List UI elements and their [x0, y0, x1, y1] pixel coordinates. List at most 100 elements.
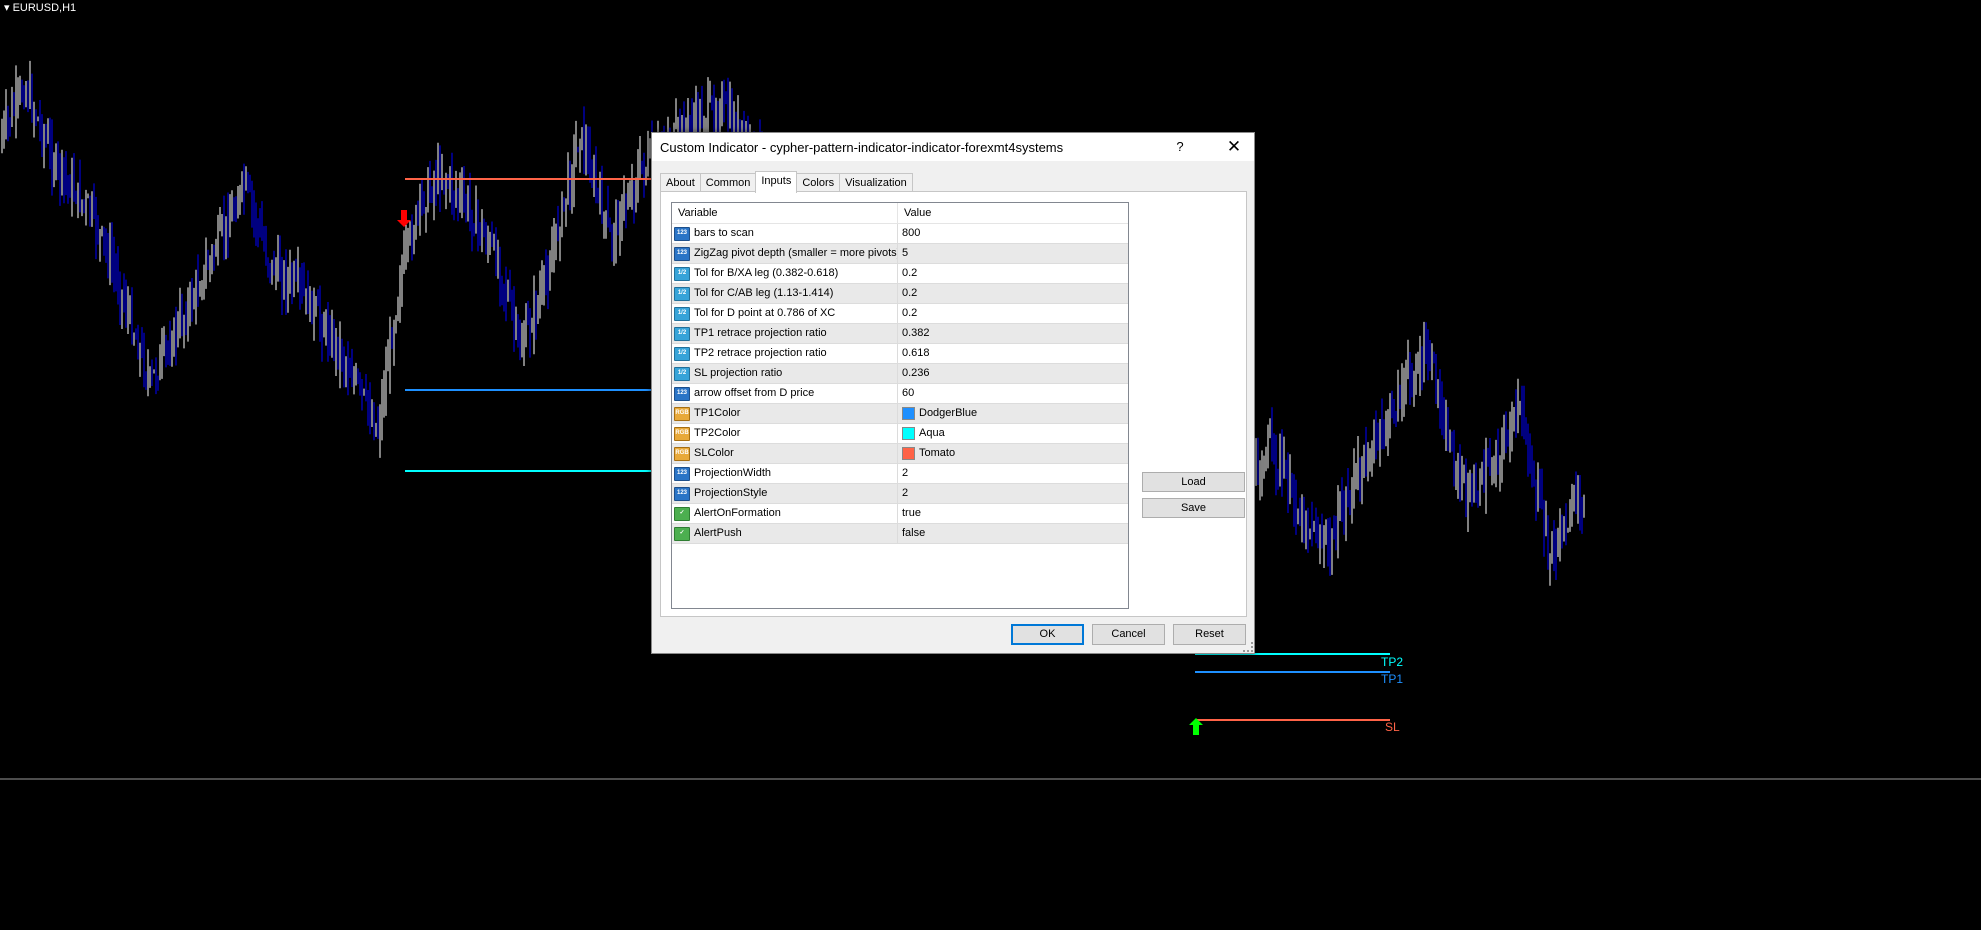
value-text: true — [902, 507, 921, 519]
variable-cell: RGB TP2Color — [672, 424, 898, 443]
value-cell[interactable]: 5 — [898, 244, 1126, 263]
variable-name: TP1 retrace projection ratio — [694, 327, 827, 339]
double-icon: 1/2 — [674, 366, 690, 381]
int-icon: 123 — [674, 466, 690, 481]
double-icon: 1/2 — [674, 266, 690, 281]
close-button[interactable]: ✕ — [1222, 137, 1246, 157]
value-cell[interactable]: 0.2 — [898, 264, 1126, 283]
variable-cell: ✓ AlertOnFormation — [672, 504, 898, 523]
variable-cell: 123 bars to scan — [672, 224, 898, 243]
inputs-table[interactable]: Variable Value 123 bars to scan 800 123 ZigZ… — [671, 202, 1129, 609]
custom-indicator-dialog: Custom Indicator - cypher-pattern-indica… — [651, 132, 1255, 654]
table-row[interactable]: ✓ AlertPush false — [672, 524, 1128, 544]
value-cell[interactable]: Tomato — [898, 444, 1126, 463]
header-value[interactable]: Value — [898, 203, 1126, 223]
value-text: 60 — [902, 387, 915, 399]
save-button[interactable]: Save — [1142, 498, 1245, 518]
value-cell[interactable]: 60 — [898, 384, 1126, 403]
bool-icon: ✓ — [674, 526, 690, 541]
value-cell[interactable]: Aqua — [898, 424, 1126, 443]
sl-label: SL — [1385, 720, 1400, 734]
tab-common[interactable]: Common — [699, 173, 757, 192]
tab-inputs[interactable]: Inputs — [755, 171, 798, 193]
value-cell[interactable]: 2 — [898, 464, 1126, 483]
value-text: 0.618 — [902, 347, 930, 359]
variable-name: Tol for D point at 0.786 of XC — [694, 307, 836, 319]
value-cell[interactable]: 0.618 — [898, 344, 1126, 363]
value-text: Aqua — [919, 427, 945, 439]
value-text: 0.382 — [902, 327, 930, 339]
value-cell[interactable]: 0.236 — [898, 364, 1126, 383]
value-text: 0.2 — [902, 267, 918, 279]
dialog-titlebar[interactable]: Custom Indicator - cypher-pattern-indica… — [652, 133, 1254, 161]
table-row[interactable]: 1/2 Tol for C/AB leg (1.13-1.414) 0.2 — [672, 284, 1128, 304]
int-icon: 123 — [674, 486, 690, 501]
variable-cell: 1/2 TP1 retrace projection ratio — [672, 324, 898, 343]
variable-name: Tol for C/AB leg (1.13-1.414) — [694, 287, 834, 299]
value-text: 2 — [902, 487, 909, 499]
color-swatch — [902, 427, 915, 440]
value-cell[interactable]: 800 — [898, 224, 1126, 243]
value-text: 5 — [902, 247, 909, 259]
dialog-title: Custom Indicator - cypher-pattern-indica… — [660, 140, 1064, 155]
table-row[interactable]: RGB SLColor Tomato — [672, 444, 1128, 464]
variable-name: ProjectionStyle — [694, 487, 768, 499]
table-row[interactable]: 123 ProjectionStyle 2 — [672, 484, 1128, 504]
value-cell[interactable]: true — [898, 504, 1126, 523]
table-row[interactable]: 123 bars to scan 800 — [672, 224, 1128, 244]
sell-arrow-icon — [397, 210, 411, 227]
table-row[interactable]: ✓ AlertOnFormation true — [672, 504, 1128, 524]
load-button[interactable]: Load — [1142, 472, 1245, 492]
value-text: 0.2 — [902, 287, 918, 299]
variable-name: SL projection ratio — [694, 367, 783, 379]
table-body: 123 bars to scan 800 123 ZigZag pivot depth … — [672, 224, 1128, 544]
variable-name: AlertOnFormation — [694, 507, 781, 519]
tab-colors[interactable]: Colors — [796, 173, 841, 192]
table-row[interactable]: RGB TP1Color DodgerBlue — [672, 404, 1128, 424]
tab-about[interactable]: About — [660, 173, 701, 192]
variable-cell: RGB TP1Color — [672, 404, 898, 423]
table-row[interactable]: 1/2 SL projection ratio 0.236 — [672, 364, 1128, 384]
table-row[interactable]: 123 arrow offset from D price 60 — [672, 384, 1128, 404]
variable-cell: 123 ProjectionWidth — [672, 464, 898, 483]
table-row[interactable]: 1/2 Tol for D point at 0.786 of XC 0.2 — [672, 304, 1128, 324]
variable-cell: 1/2 Tol for B/XA leg (0.382-0.618) — [672, 264, 898, 283]
color-icon: RGB — [674, 406, 690, 421]
ok-button[interactable]: OK — [1011, 624, 1084, 645]
tab-visualization[interactable]: Visualization — [839, 173, 913, 192]
cancel-button[interactable]: Cancel — [1092, 624, 1165, 645]
resize-grip-icon[interactable] — [1243, 642, 1253, 652]
value-cell[interactable]: 0.2 — [898, 284, 1126, 303]
value-cell[interactable]: 0.2 — [898, 304, 1126, 323]
variable-cell: 1/2 Tol for C/AB leg (1.13-1.414) — [672, 284, 898, 303]
value-cell[interactable]: DodgerBlue — [898, 404, 1126, 423]
variable-name: TP2Color — [694, 427, 741, 439]
symbol-label: ▾ EURUSD,H1 — [4, 2, 77, 14]
int-icon: 123 — [674, 226, 690, 241]
table-row[interactable]: RGB TP2Color Aqua — [672, 424, 1128, 444]
help-button[interactable]: ? — [1170, 137, 1190, 157]
table-row[interactable]: 1/2 TP2 retrace projection ratio 0.618 — [672, 344, 1128, 364]
table-row[interactable]: 1/2 TP1 retrace projection ratio 0.382 — [672, 324, 1128, 344]
variable-cell: 1/2 SL projection ratio — [672, 364, 898, 383]
table-header: Variable Value — [672, 203, 1128, 224]
variable-name: TP1Color — [694, 407, 741, 419]
header-variable[interactable]: Variable — [672, 203, 898, 223]
reset-button[interactable]: Reset — [1173, 624, 1246, 645]
variable-cell: 123 ProjectionStyle — [672, 484, 898, 503]
variable-name: TP2 retrace projection ratio — [694, 347, 827, 359]
value-cell[interactable]: 0.382 — [898, 324, 1126, 343]
bool-icon: ✓ — [674, 506, 690, 521]
table-row[interactable]: 123 ZigZag pivot depth (smaller = more pi… — [672, 244, 1128, 264]
inputs-panel: Variable Value 123 bars to scan 800 123 ZigZ… — [660, 191, 1247, 617]
table-row[interactable]: 123 ProjectionWidth 2 — [672, 464, 1128, 484]
value-cell[interactable]: 2 — [898, 484, 1126, 503]
table-row[interactable]: 1/2 Tol for B/XA leg (0.382-0.618) 0.2 — [672, 264, 1128, 284]
dialog-tabs: About Common Inputs Colors Visualization — [660, 171, 913, 193]
variable-name: arrow offset from D price — [694, 387, 815, 399]
variable-cell: 1/2 Tol for D point at 0.786 of XC — [672, 304, 898, 323]
value-cell[interactable]: false — [898, 524, 1126, 543]
color-swatch — [902, 407, 915, 420]
color-swatch — [902, 447, 915, 460]
color-icon: RGB — [674, 426, 690, 441]
